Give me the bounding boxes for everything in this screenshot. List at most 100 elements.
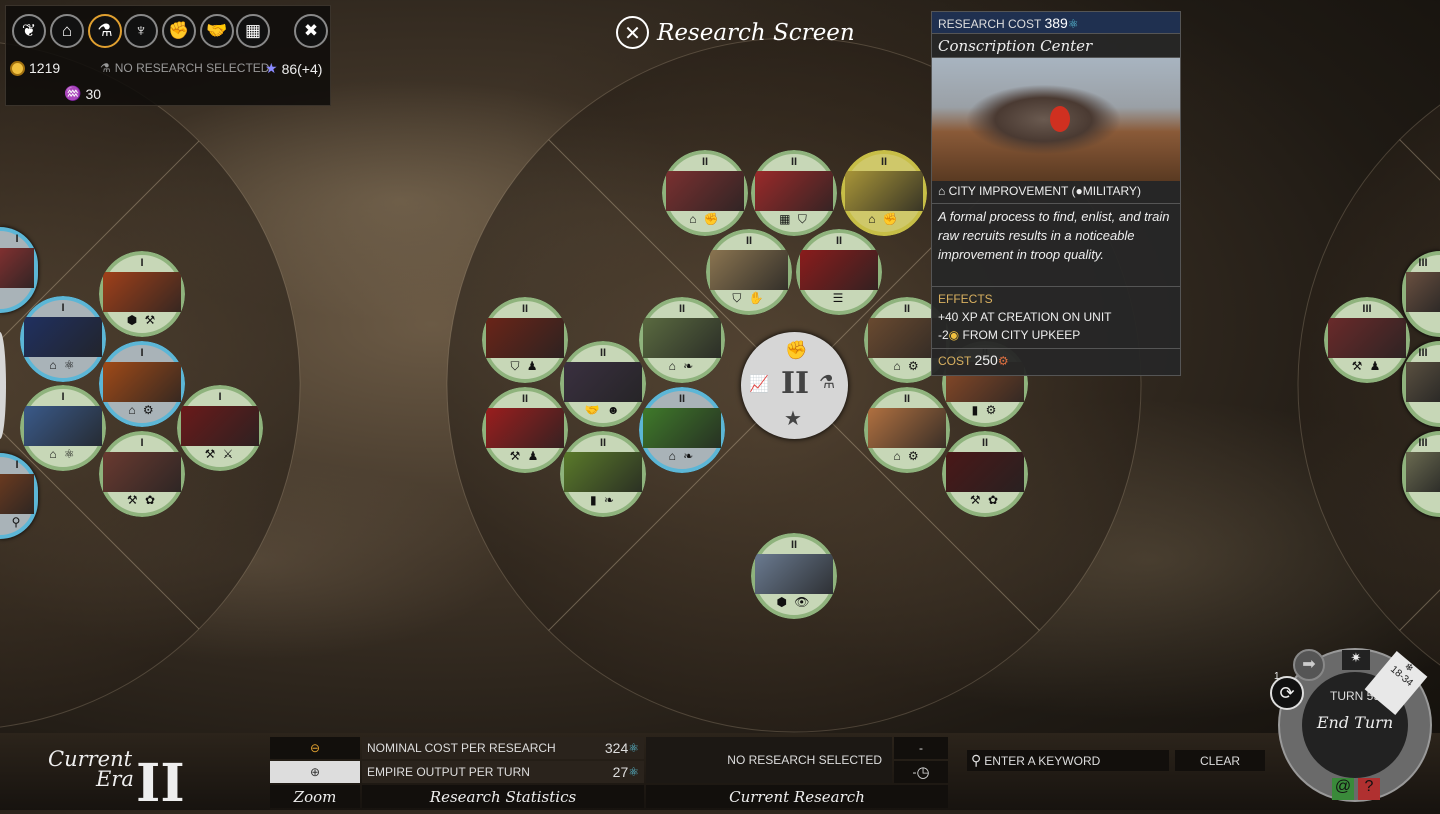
nominal-cost-label: NOMINAL COST PER RESEARCH [367,741,556,755]
tech-image [24,406,102,446]
tech-name: Conscription Center [932,34,1180,58]
research-flask-icon: ⚗ [97,21,113,40]
era-hub[interactable]: ✊ 📈 II ⚗ ★ [741,332,848,439]
upkeep-value: -2 [938,328,949,342]
tech-category-icons: ⌂ ❧ [668,359,696,373]
tech-image [1406,272,1440,312]
nominal-cost-value: 324 [604,740,629,756]
tech-image [755,554,833,594]
tech-node[interactable]: II ⌂ ✊ [662,150,748,236]
tech-node[interactable]: II ⚒ ♟ [482,387,568,473]
science-icon: ⚛ [628,741,639,755]
fist-icon: ✊ [168,21,190,40]
market-tab[interactable]: ▦ [236,14,270,48]
research-flask-tab[interactable]: ⚗ [88,14,122,48]
tech-tier: III [1418,257,1428,269]
clear-button[interactable]: CLEAR [1175,750,1265,771]
tech-image [103,452,181,492]
tech-node[interactable]: III ⚒ ♟ [1324,297,1410,383]
tech-node[interactable]: II ⌂ ✊ [841,150,927,236]
tech-category-icons: ⬢ 👁 [776,595,812,609]
tech-node[interactable]: I ⚒ ✿ [99,431,185,517]
grail-tab[interactable]: ♆ [124,14,158,48]
tech-category-icons: ⌂ ✊ [689,212,721,226]
city-improvement-icon: ⌂ [938,184,946,198]
tech-node[interactable]: II ☰ [796,229,882,315]
tech-node[interactable]: II ▦ ⛉ [751,150,837,236]
handshake-tab[interactable]: 🤝 [200,14,234,48]
capitol-icon: ⌂ [61,21,73,40]
tech-image [1406,452,1440,492]
tech-description: A formal process to find, enlist, and tr… [932,204,1180,287]
tech-node[interactable]: II ⌂ ❧ [639,387,725,473]
fist-icon: ✊ [785,340,808,360]
tech-node[interactable]: II ▮ ❧ [560,431,646,517]
tech-node[interactable]: II ⛉ ♟ [482,297,568,383]
close-button[interactable]: ✕ [616,16,649,49]
tech-image [24,317,102,357]
season-summer-icon: ✷ [1342,650,1370,670]
tech-image [845,171,923,211]
tech-image [564,362,642,402]
tech-tooltip: RESEARCH COST 389⚛ Conscription Center ⌂… [931,11,1181,376]
current-research-status: NO RESEARCH SELECTED [646,737,892,783]
tech-category-icons: ⛉ ♟ [510,359,540,373]
influence-star-icon: ★ [265,60,278,76]
cost-value: 250 [974,352,998,368]
tech-node[interactable]: I ⚒ ⚔ [177,385,263,471]
tech-image [755,171,833,211]
dust-amount: 1219 [29,60,61,76]
tech-category-tag: MILITARY) [1082,184,1141,198]
tech-category-icons: ▮ ❧ [590,493,616,507]
laurel-tab[interactable]: ❦ [12,14,46,48]
clock-icon: ◷ [916,764,930,781]
capitol-tab[interactable]: ⌂ [50,14,84,48]
tech-image [0,474,34,514]
tech-category-icons: ⚒ ⚔ [204,447,236,461]
influence-amount: 86(+4) [281,60,323,77]
tech-category-icons: ☰ [832,291,846,305]
tech-image [181,406,259,446]
research-status: NO RESEARCH SELECTED [114,61,270,75]
tech-tier: I [15,233,19,245]
tech-category-icons: ⌂ ⚛ [49,447,77,461]
tech-tier: I [15,459,19,471]
strategic-amount: 30 [85,85,102,102]
tech-node[interactable]: II ⛉ ✋ [706,229,792,315]
zoom-in-button[interactable]: ⊕ [270,761,360,783]
tech-node[interactable]: II ⌂ ⚙ [864,387,950,473]
tech-image [0,248,34,288]
star-icon: ★ [784,408,802,430]
tech-node[interactable]: II ⌂ ❧ [639,297,725,383]
effects-label: EFFECTS [938,292,993,306]
tech-image [710,250,788,290]
industry-gear-icon: ⚙ [997,354,1009,368]
tech-node[interactable]: I ⌂ ⚙ [99,341,185,427]
tech-image [103,272,181,312]
current-era: Current Era II [48,747,185,814]
tech-category-icons: ⚒ ✿ [969,493,1001,507]
help-button[interactable]: ? [1358,778,1380,800]
fist-tab[interactable]: ✊ [162,14,196,48]
tech-node[interactable]: I ⚲ [0,453,38,539]
tech-node[interactable]: I ⬢ ⚒ [99,251,185,337]
next-unit-button[interactable]: ➡ [1293,649,1325,681]
search-placeholder: ENTER A KEYWORD [984,753,1101,768]
empire-output-value: 27 [612,764,629,780]
tech-node[interactable]: II ⬢ 👁 [751,533,837,619]
tech-node[interactable]: II 🤝 ☻ [560,341,646,427]
spiral-button[interactable]: @ [1332,778,1354,800]
era-numeral: II [781,366,810,401]
tech-node[interactable]: I ⌂ ⚛ [20,296,106,382]
settings-button[interactable]: ✖ [294,14,328,48]
tech-tier: III [1418,347,1428,359]
search-input[interactable]: ⚲ ENTER A KEYWORD [967,750,1169,771]
tech-node[interactable]: II ⚒ ✿ [942,431,1028,517]
zoom-out-button[interactable]: ⊖ [270,737,360,759]
chart-icon: 📈 [749,376,769,393]
strategic-resource-icon: ♒ [64,85,82,101]
tech-image [1328,318,1406,358]
cycle-button[interactable]: ⟳ 1 [1270,672,1304,710]
tech-category-icons: ⚒ ♟ [1351,359,1383,373]
current-research-value: - [894,737,948,759]
